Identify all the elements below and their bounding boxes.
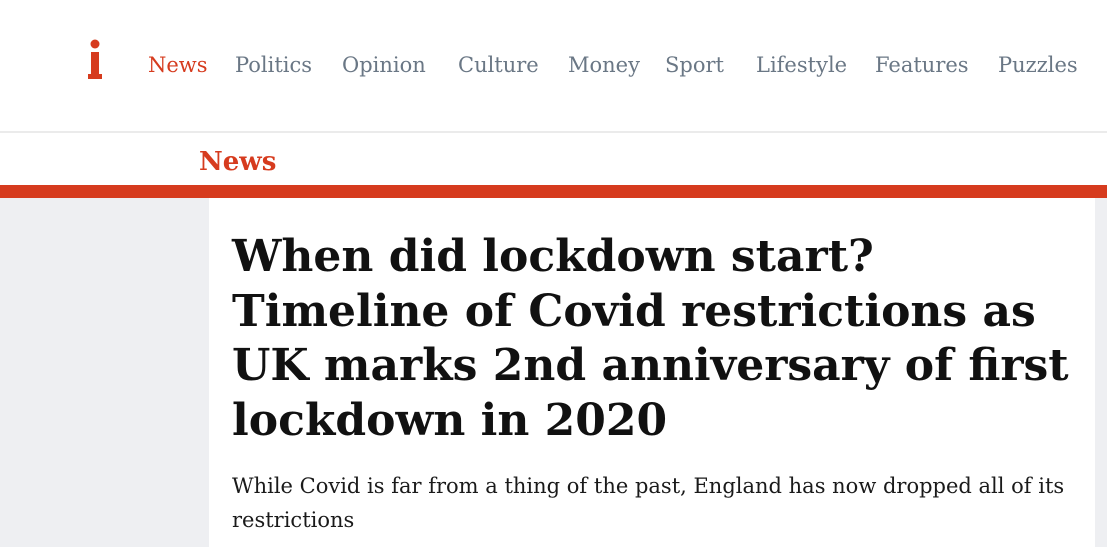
article-standfirst: While Covid is far from a thing of the p… <box>232 474 1065 532</box>
main-nav: News Politics Opinion Culture Money Spor… <box>0 0 1107 131</box>
section-accent-bar <box>0 185 1107 198</box>
section-label[interactable]: News <box>199 143 276 181</box>
nav-item-puzzles[interactable]: Puzzles <box>998 51 1078 79</box>
nav-item-opinion[interactable]: Opinion <box>342 51 426 79</box>
nav-item-sport[interactable]: Sport <box>665 51 724 79</box>
nav-item-politics[interactable]: Politics <box>235 51 312 79</box>
section-header <box>0 133 1107 185</box>
nav-item-money[interactable]: Money <box>568 51 640 79</box>
site-header: News Politics Opinion Culture Money Spor… <box>0 0 1107 133</box>
nav-item-features[interactable]: Features <box>875 51 969 79</box>
nav-item-culture[interactable]: Culture <box>458 51 539 79</box>
article-headline: When did lockdown start? Timeline of Cov… <box>232 231 1069 446</box>
nav-item-news[interactable]: News <box>148 51 208 79</box>
nav-item-lifestyle[interactable]: Lifestyle <box>756 51 847 79</box>
